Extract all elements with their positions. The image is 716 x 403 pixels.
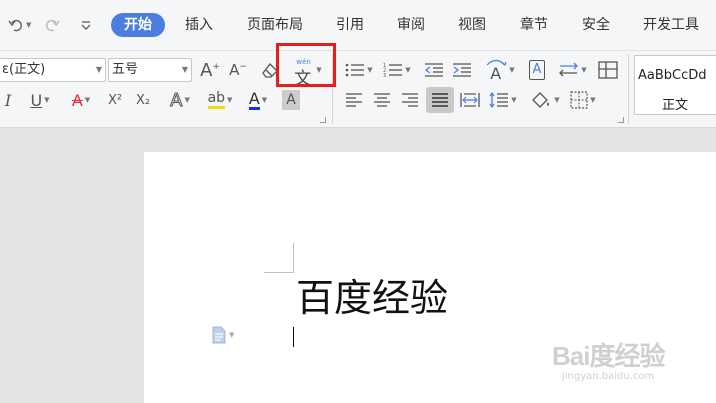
text-effect-icon: A <box>170 89 183 111</box>
align-center-button[interactable] <box>370 89 394 111</box>
font-size-combo[interactable]: 五号 ▼ <box>108 58 192 82</box>
strikethrough-icon: A <box>71 90 83 110</box>
style-name: 正文 <box>661 98 688 113</box>
table-insert-button[interactable] <box>596 59 620 81</box>
bullets-button[interactable]: ▼ <box>342 59 376 81</box>
watermark: Bai度经验 jingyan.baidu.com <box>552 336 665 382</box>
superscript-icon: X² <box>107 92 123 108</box>
redo-icon <box>45 19 60 32</box>
bullet-list-icon <box>345 63 365 77</box>
increase-indent-icon <box>453 63 471 77</box>
text-direction-icon <box>559 62 579 77</box>
watermark-logo: Bai度经验 <box>552 341 665 371</box>
chevron-down-icon: ▼ <box>95 65 102 74</box>
style-normal-tile[interactable]: AaBbCcDd 正文 <box>634 55 716 115</box>
text-cursor <box>293 327 294 347</box>
style-sample-text: AaBbCcDd <box>638 68 707 83</box>
decrease-indent-button[interactable] <box>422 59 446 81</box>
align-left-button[interactable] <box>342 89 366 111</box>
font-size-value: 五号 <box>112 62 139 77</box>
align-left-icon <box>346 93 362 107</box>
distributed-align-icon <box>460 93 480 107</box>
align-center-icon <box>374 93 390 107</box>
paragraph-dialog-launcher-icon[interactable] <box>618 117 624 123</box>
character-border-icon: A <box>528 60 546 80</box>
font-color-icon: A <box>248 88 260 110</box>
chevron-down-icon: ▼ <box>181 65 188 74</box>
undo-button[interactable]: ▼ <box>8 0 31 50</box>
shading-bucket-icon <box>532 92 550 108</box>
italic-icon: I <box>4 90 12 110</box>
align-right-button[interactable] <box>398 89 422 111</box>
tab-developer[interactable]: 开发工具 <box>638 13 704 37</box>
annotation-highlight-box <box>276 43 336 87</box>
tab-insert[interactable]: 插入 <box>178 13 220 37</box>
superscript-button[interactable]: X² <box>104 89 126 111</box>
italic-button[interactable]: I <box>0 89 16 111</box>
customize-toolbar-button[interactable] <box>80 0 92 50</box>
justify-button[interactable] <box>426 87 454 113</box>
tab-page-layout[interactable]: 页面布局 <box>240 13 310 37</box>
numbering-button[interactable]: 123 ▼ <box>380 59 414 81</box>
table-icon <box>598 61 618 79</box>
char-shading-icon: A <box>286 92 296 108</box>
tab-sections[interactable]: 章节 <box>514 13 554 37</box>
margin-corner-mark <box>264 243 294 273</box>
document-text[interactable]: 百度经验 <box>296 272 448 324</box>
svg-text:3: 3 <box>383 73 386 78</box>
subscript-icon: X₂ <box>135 92 151 108</box>
numbered-list-icon: 123 <box>383 63 403 78</box>
decrease-indent-icon <box>424 63 443 77</box>
shrink-font-button[interactable]: A− <box>226 58 250 82</box>
subscript-button[interactable]: X₂ <box>132 89 154 111</box>
paragraph-layout-icon <box>212 326 226 344</box>
change-case-icon: A <box>485 58 507 83</box>
distributed-align-button[interactable] <box>458 89 482 111</box>
increase-indent-button[interactable] <box>450 59 474 81</box>
char-shading-button[interactable]: A <box>282 90 300 110</box>
menu-bar: ▼ 开始 插入 页面布局 引用 审阅 视图 章节 安全 开发工具 <box>0 0 716 50</box>
tab-view[interactable]: 视图 <box>452 13 492 37</box>
text-effect-button[interactable]: A ▼ <box>164 89 196 111</box>
character-border-button[interactable]: A <box>526 58 548 82</box>
borders-icon <box>570 91 588 109</box>
font-name-combo[interactable]: ε(正文) ▼ <box>0 58 106 82</box>
font-name-value: (正文) <box>9 62 46 77</box>
line-spacing-icon <box>489 92 509 108</box>
align-right-icon <box>402 93 418 107</box>
undo-dropdown-icon[interactable]: ▼ <box>26 21 31 29</box>
shrink-font-icon: A− <box>229 61 247 79</box>
strikethrough-button[interactable]: A ▼ <box>64 89 98 111</box>
undo-icon <box>8 19 23 32</box>
group-separator <box>628 54 629 124</box>
font-dialog-launcher-icon[interactable] <box>320 117 326 123</box>
line-spacing-button[interactable]: ▼ <box>486 89 520 111</box>
grow-font-button[interactable]: A+ <box>198 58 222 82</box>
tab-references[interactable]: 引用 <box>330 13 370 37</box>
text-direction-button[interactable]: ▼ <box>556 59 590 81</box>
redo-button[interactable] <box>44 0 60 50</box>
highlight-icon: ab <box>207 91 226 109</box>
tab-security[interactable]: 安全 <box>576 13 616 37</box>
change-case-button[interactable]: A ▼ <box>482 57 518 83</box>
borders-button[interactable]: ▼ <box>566 89 600 111</box>
customize-icon <box>81 21 91 30</box>
font-name-prefix: ε <box>2 62 10 77</box>
tab-review[interactable]: 审阅 <box>392 13 430 37</box>
tab-home[interactable]: 开始 <box>111 13 165 37</box>
paragraph-shading-button[interactable]: ▼ <box>528 89 562 111</box>
underline-button[interactable]: U ▼ <box>26 89 54 111</box>
paragraph-handle-button[interactable]: ▼ <box>211 326 234 344</box>
underline-icon: U <box>30 90 43 110</box>
font-color-button[interactable]: A ▼ <box>242 88 274 112</box>
justify-icon <box>432 93 448 107</box>
grow-font-icon: A+ <box>200 59 220 81</box>
highlight-color-button[interactable]: ab ▼ <box>202 88 238 112</box>
watermark-url: jingyan.baidu.com <box>562 371 655 382</box>
